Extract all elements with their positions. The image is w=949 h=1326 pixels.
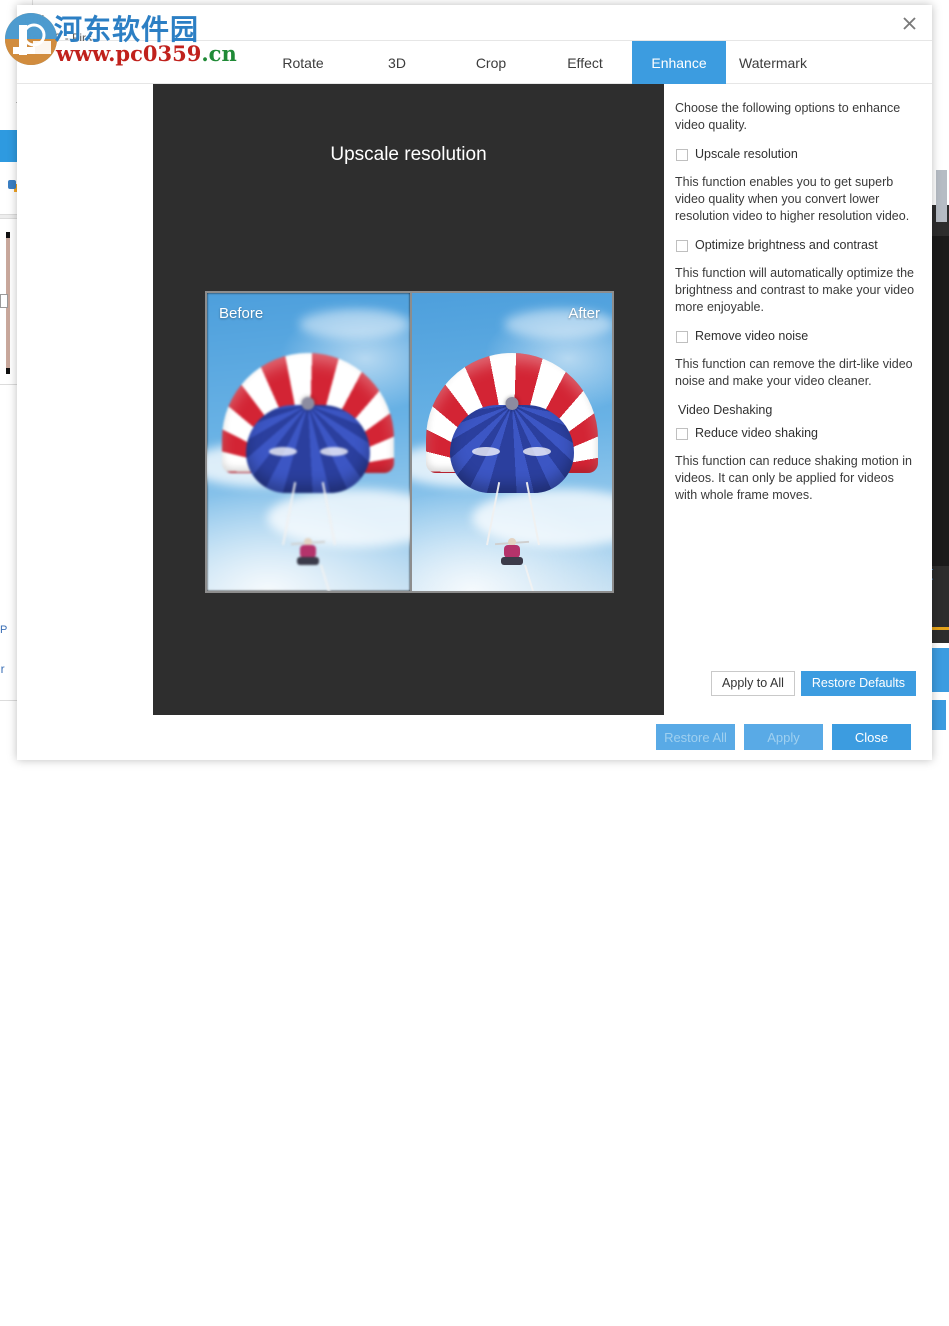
background-left-text-2: ir bbox=[0, 662, 5, 676]
tab-crop[interactable]: Crop bbox=[444, 41, 538, 84]
after-pane: After bbox=[410, 293, 613, 591]
background-amber-bar bbox=[932, 627, 949, 630]
option-remove-video-noise[interactable]: Remove video noise bbox=[676, 329, 916, 344]
before-after-comparison: Before bbox=[205, 291, 614, 593]
option-label: Remove video noise bbox=[695, 329, 808, 344]
dialog-body: Upscale resolution bbox=[17, 84, 932, 715]
canopy-lower bbox=[246, 405, 370, 493]
canopy-hub bbox=[302, 397, 315, 410]
canopy-hub bbox=[505, 397, 518, 410]
option-upscale-resolution[interactable]: Upscale resolution bbox=[676, 147, 916, 162]
background-blue-button[interactable]: er bbox=[932, 648, 949, 692]
rider-figure bbox=[293, 538, 323, 568]
option-description: This function will automatically optimiz… bbox=[675, 265, 916, 316]
dialog-footer: Restore All Apply Close bbox=[17, 715, 932, 759]
video-deshaking-group-label: Video Deshaking bbox=[678, 403, 916, 417]
background-blue-button-2[interactable] bbox=[932, 700, 946, 730]
options-intro: Choose the following options to enhance … bbox=[675, 100, 916, 134]
checkbox-remove-video-noise[interactable] bbox=[676, 331, 688, 343]
panel-actions: Apply to All Restore Defaults bbox=[711, 671, 916, 696]
checkbox-reduce-video-shaking[interactable] bbox=[676, 428, 688, 440]
tab-enhance[interactable]: Enhance bbox=[632, 41, 726, 84]
option-description: This function can remove the dirt-like v… bbox=[675, 356, 916, 390]
tab-effect[interactable]: Effect bbox=[538, 41, 632, 84]
background-right-darker bbox=[932, 236, 949, 566]
restore-all-button[interactable]: Restore All bbox=[656, 724, 735, 750]
option-label: Upscale resolution bbox=[695, 147, 798, 162]
checkbox-optimize-brightness-contrast[interactable] bbox=[676, 240, 688, 252]
checkbox-upscale-resolution[interactable] bbox=[676, 149, 688, 161]
enhance-options-panel: Choose the following options to enhance … bbox=[664, 84, 932, 715]
rider-figure bbox=[497, 538, 527, 568]
tab-bar: Rotate 3D Crop Effect Enhance Watermark bbox=[17, 41, 932, 84]
dialog-titlebar: Edit Baby 2 - Firs bbox=[17, 5, 932, 41]
parasail-illustration bbox=[207, 293, 410, 591]
preview-title: Upscale resolution bbox=[153, 144, 664, 166]
after-label: After bbox=[568, 305, 600, 322]
close-icon[interactable] bbox=[886, 5, 932, 41]
tab-3d[interactable]: 3D bbox=[350, 41, 444, 84]
option-label: Optimize brightness and contrast bbox=[695, 238, 878, 253]
option-reduce-video-shaking[interactable]: Reduce video shaking bbox=[676, 426, 916, 441]
restore-defaults-button[interactable]: Restore Defaults bbox=[801, 671, 916, 696]
before-label: Before bbox=[219, 305, 263, 322]
canopy-lower bbox=[450, 405, 574, 493]
option-description: This function enables you to get superb … bbox=[675, 174, 916, 225]
apply-to-all-button[interactable]: Apply to All bbox=[711, 671, 795, 696]
tab-watermark[interactable]: Watermark bbox=[726, 41, 820, 84]
tow-line bbox=[320, 564, 357, 591]
dialog-title: Edit bbox=[24, 12, 45, 26]
background-left-text-1: P bbox=[0, 624, 7, 636]
apply-button[interactable]: Apply bbox=[744, 724, 823, 750]
preview-left-gutter bbox=[17, 84, 153, 715]
background-checkbox bbox=[0, 294, 8, 308]
preview-area: Upscale resolution bbox=[153, 84, 664, 715]
before-pane: Before bbox=[207, 293, 410, 591]
option-description: This function can reduce shaking motion … bbox=[675, 453, 916, 504]
parasail-illustration bbox=[412, 293, 613, 591]
close-button[interactable]: Close bbox=[832, 724, 911, 750]
tab-rotate[interactable]: Rotate bbox=[256, 41, 350, 84]
option-label: Reduce video shaking bbox=[695, 426, 818, 441]
background-scrollbar[interactable] bbox=[936, 170, 947, 222]
tow-line bbox=[524, 564, 561, 591]
edit-dialog: Edit Baby 2 - Firs Rotate 3D Crop Effect… bbox=[17, 5, 932, 760]
option-optimize-brightness-contrast[interactable]: Optimize brightness and contrast bbox=[676, 238, 916, 253]
